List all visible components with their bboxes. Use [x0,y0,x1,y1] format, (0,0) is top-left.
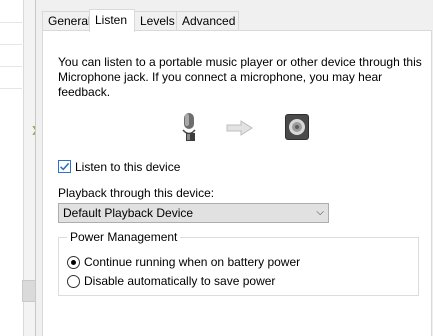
right-arrow-icon [226,120,253,136]
background-divider [0,88,22,89]
microphone-icon [182,113,196,141]
listen-tab-panel: You can listen to a portable music playe… [42,30,432,336]
background-divider [0,22,22,23]
routing-illustration [43,111,433,143]
disable-automatically-radio[interactable] [67,275,80,288]
playback-device-value: Default Playback Device [63,206,194,220]
continue-running-label[interactable]: Continue running when on battery power [84,256,300,269]
speaker-icon [285,114,309,140]
microphone-properties-dialog: General Listen Levels Advanced You can l… [35,0,435,336]
playback-device-label: Playback through this device: [58,186,215,200]
background-divider [0,44,22,45]
tab-general[interactable]: General [42,11,91,31]
listen-checkbox[interactable] [58,160,71,173]
listen-checkbox-label[interactable]: Listen to this device [75,160,180,174]
playback-device-dropdown[interactable]: Default Playback Device ⌵ [58,203,329,223]
tab-advanced[interactable]: Advanced [176,11,239,31]
radio-selected-dot [71,260,76,265]
chevron-down-icon: ⌵ [316,207,324,218]
description-text: You can listen to a portable music playe… [58,55,422,99]
checkmark-icon [59,162,70,171]
background-divider [0,66,22,67]
background-window: ❯ [0,0,39,336]
background-panel [0,0,24,336]
power-management-title: Power Management [67,230,181,244]
power-management-group: Power Management Continue running when o… [58,230,419,296]
tab-levels[interactable]: Levels [134,11,177,31]
tab-listen[interactable]: Listen [89,9,135,32]
continue-running-radio[interactable] [67,256,80,269]
disable-automatically-label[interactable]: Disable automatically to save power [84,275,275,288]
